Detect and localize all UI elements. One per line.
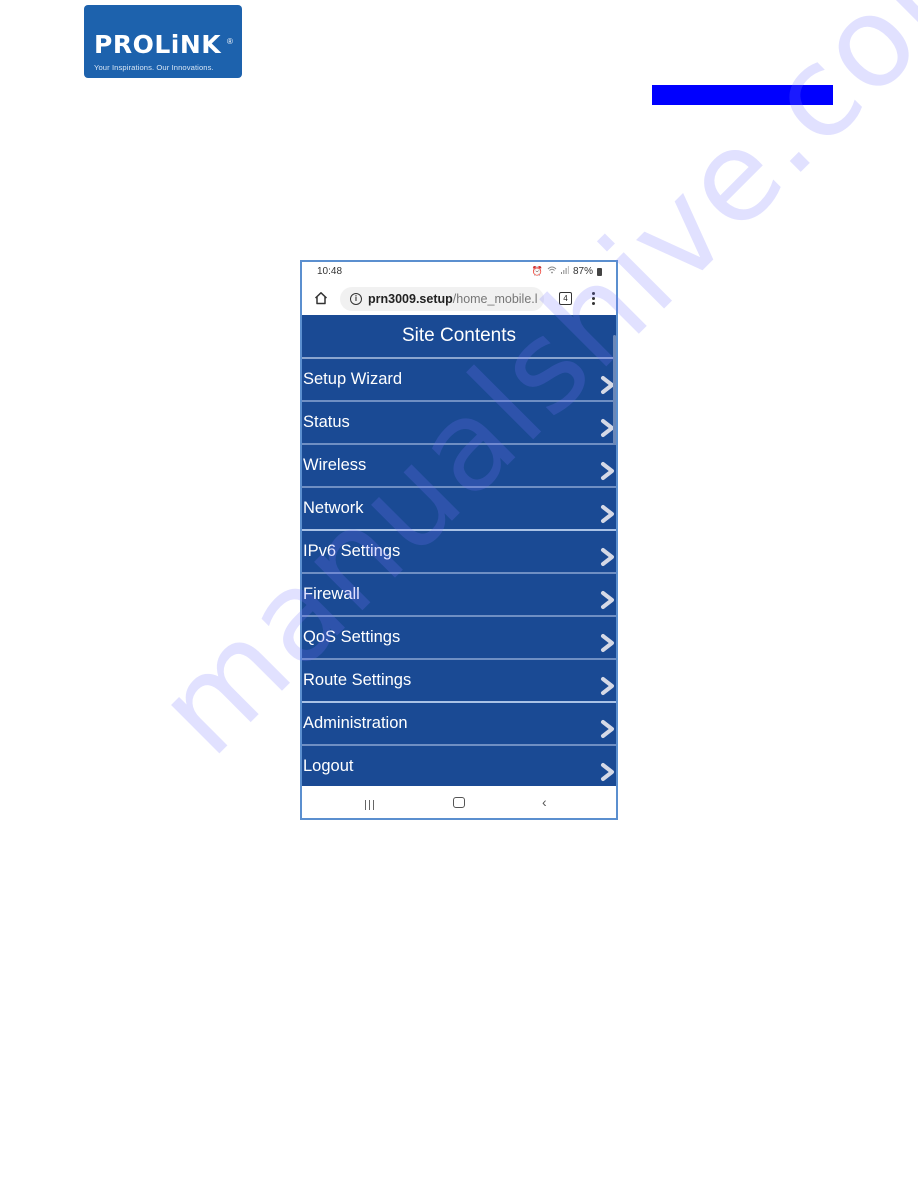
- info-icon[interactable]: i: [350, 293, 362, 305]
- browser-toolbar: i prn3009.setup/home_mobile.l 4: [302, 284, 616, 315]
- chevron-right-icon: [600, 628, 616, 652]
- scrollbar[interactable]: [613, 335, 616, 445]
- menu-item-label: QoS Settings: [303, 628, 401, 646]
- menu-item-logout[interactable]: Logout: [302, 746, 616, 787]
- prolink-logo: PROLiNK ® Your Inspirations. Our Innovat…: [84, 5, 242, 78]
- url-path: /home_mobile.l: [452, 292, 538, 306]
- menu-item-label: IPv6 Settings: [303, 542, 401, 560]
- chevron-right-icon: [600, 757, 616, 781]
- more-options-icon[interactable]: [592, 291, 596, 307]
- address-bar[interactable]: i prn3009.setup/home_mobile.l: [340, 287, 544, 311]
- home-button[interactable]: [313, 290, 329, 306]
- chevron-right-icon: [600, 499, 616, 523]
- home-icon: [314, 292, 328, 305]
- battery-icon: [597, 267, 602, 276]
- site-menu: Setup Wizard Status Wireless Network IPv6 Se…: [302, 359, 616, 787]
- menu-item-ipv6-settings[interactable]: IPv6 Settings: [302, 531, 616, 574]
- menu-item-label: Administration: [303, 714, 408, 732]
- menu-item-label: Network: [303, 499, 364, 517]
- menu-item-label: Route Settings: [303, 671, 412, 689]
- logo-tagline: Your Inspirations. Our Innovations.: [94, 63, 214, 72]
- url-text: prn3009.setup/home_mobile.l: [368, 287, 538, 311]
- menu-item-network[interactable]: Network: [302, 488, 616, 531]
- menu-item-wireless[interactable]: Wireless: [302, 445, 616, 488]
- page-title: Site Contents: [302, 315, 616, 359]
- menu-item-label: Wireless: [303, 456, 367, 474]
- menu-item-label: Firewall: [303, 585, 360, 603]
- phone-screenshot: 10:48 ⏰ 87% i prn3009.setup/home_mobile.…: [300, 260, 618, 820]
- status-time: 10:48: [317, 266, 343, 277]
- menu-item-status[interactable]: Status: [302, 402, 616, 445]
- site-contents-page: Site Contents Setup Wizard Status Wireless…: [302, 315, 616, 786]
- menu-item-qos-settings[interactable]: QoS Settings: [302, 617, 616, 660]
- registered-mark: ®: [227, 37, 233, 46]
- chevron-right-icon: [600, 714, 616, 738]
- chevron-right-icon: [600, 542, 616, 566]
- chevron-right-icon: [600, 585, 616, 609]
- logo-wordmark: PROLiNK: [94, 30, 222, 59]
- home-nav-icon[interactable]: [453, 797, 465, 808]
- battery-percent: 87%: [572, 266, 593, 277]
- wifi-icon: [547, 266, 557, 277]
- tab-switcher-button[interactable]: 4: [559, 292, 572, 305]
- alarm-icon: ⏰: [531, 266, 543, 276]
- menu-item-label: Logout: [303, 757, 354, 775]
- chevron-right-icon: [600, 456, 616, 480]
- menu-item-label: Setup Wizard: [303, 370, 403, 388]
- back-icon[interactable]: ‹: [542, 794, 547, 810]
- menu-item-firewall[interactable]: Firewall: [302, 574, 616, 617]
- recent-apps-icon[interactable]: [365, 797, 377, 810]
- chevron-right-icon: [600, 671, 616, 695]
- menu-item-administration[interactable]: Administration: [302, 703, 616, 746]
- url-host: prn3009.setup: [368, 292, 453, 306]
- android-nav-bar: ‹: [302, 786, 616, 818]
- signal-icon: [560, 266, 569, 277]
- menu-item-route-settings[interactable]: Route Settings: [302, 660, 616, 703]
- menu-item-setup-wizard[interactable]: Setup Wizard: [302, 359, 616, 402]
- status-bar: 10:48 ⏰ 87%: [302, 262, 616, 284]
- menu-item-label: Status: [303, 413, 350, 431]
- header-color-bar: [652, 85, 833, 105]
